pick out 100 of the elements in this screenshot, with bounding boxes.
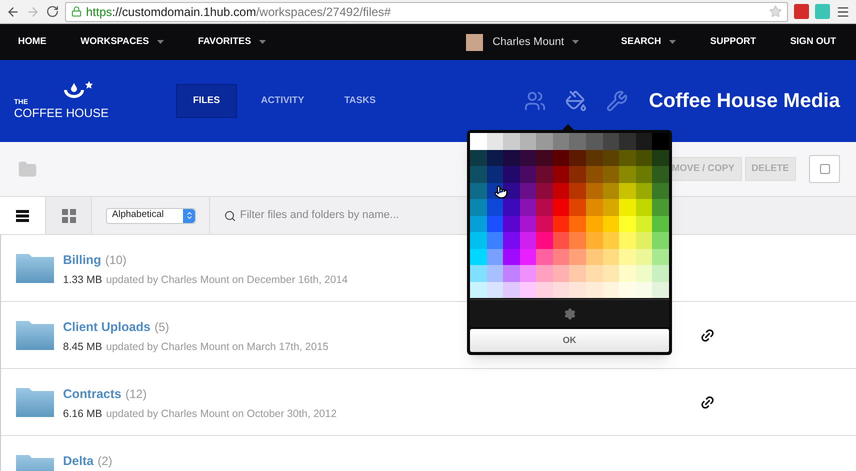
color-swatch[interactable] xyxy=(652,182,669,199)
color-swatch[interactable] xyxy=(536,282,553,298)
search-field[interactable]: Filter files and folders by name... xyxy=(210,197,856,234)
list-view-button[interactable] xyxy=(0,197,46,234)
paint-bucket-icon[interactable] xyxy=(564,90,587,112)
color-swatch[interactable] xyxy=(470,133,487,150)
user-menu[interactable]: Charles Mount xyxy=(492,34,580,50)
folder-name[interactable]: Billing xyxy=(63,251,102,270)
color-swatch[interactable] xyxy=(652,166,669,182)
color-swatch[interactable] xyxy=(619,166,636,182)
color-swatch[interactable] xyxy=(569,216,586,232)
color-swatch[interactable] xyxy=(586,182,603,199)
color-swatch[interactable] xyxy=(652,133,669,150)
color-swatch[interactable] xyxy=(486,133,504,150)
color-swatch[interactable] xyxy=(652,282,669,298)
color-swatch[interactable] xyxy=(552,232,570,248)
nav-link[interactable]: SIGN OUT xyxy=(790,34,836,50)
folder-row[interactable]: Delta (2) xyxy=(1,436,856,471)
color-swatch[interactable] xyxy=(602,265,620,282)
color-swatch[interactable] xyxy=(503,216,520,232)
color-swatch[interactable] xyxy=(503,133,520,150)
color-swatch[interactable] xyxy=(652,150,669,166)
color-swatch[interactable] xyxy=(536,216,553,232)
color-swatch[interactable] xyxy=(602,232,620,248)
color-swatch[interactable] xyxy=(569,199,586,216)
back-icon[interactable] xyxy=(6,4,20,18)
color-swatch[interactable] xyxy=(636,166,652,182)
color-swatch[interactable] xyxy=(586,166,603,182)
nav-tab[interactable]: ACTIVITY xyxy=(244,84,320,118)
color-swatch[interactable] xyxy=(586,282,603,298)
color-swatch[interactable] xyxy=(569,133,586,150)
color-swatch[interactable] xyxy=(619,150,636,166)
color-swatch[interactable] xyxy=(652,199,669,216)
color-swatch[interactable] xyxy=(486,166,504,182)
color-swatch[interactable] xyxy=(619,199,636,216)
color-swatch[interactable] xyxy=(569,248,586,265)
color-swatch[interactable] xyxy=(586,150,603,166)
color-swatch[interactable] xyxy=(652,248,669,265)
color-swatch[interactable] xyxy=(503,265,520,282)
color-swatch[interactable] xyxy=(552,199,570,216)
color-swatch[interactable] xyxy=(569,182,586,199)
color-swatch[interactable] xyxy=(536,232,553,248)
color-swatch[interactable] xyxy=(586,199,603,216)
reload-icon[interactable] xyxy=(46,5,59,18)
users-icon[interactable] xyxy=(524,90,546,112)
color-swatch[interactable] xyxy=(536,150,553,166)
sort-select[interactable]: Alphabetical xyxy=(106,208,196,224)
color-swatch[interactable] xyxy=(503,150,520,166)
settings-icon[interactable] xyxy=(564,308,576,320)
color-swatch[interactable] xyxy=(602,133,620,150)
select-all-checkbox[interactable] xyxy=(809,155,840,183)
color-swatch[interactable] xyxy=(536,199,553,216)
address-bar[interactable]: https://customdomain.1hub.com/workspaces/27492/files# xyxy=(65,2,788,22)
tools-icon[interactable] xyxy=(606,90,628,112)
color-swatch[interactable] xyxy=(486,265,504,282)
color-swatch[interactable] xyxy=(520,166,536,182)
color-swatch[interactable] xyxy=(652,265,669,282)
color-swatch[interactable] xyxy=(520,133,536,150)
color-swatch[interactable] xyxy=(636,133,652,150)
color-swatch[interactable] xyxy=(619,265,636,282)
nav-tab[interactable]: TASKS xyxy=(328,84,392,118)
color-swatch[interactable] xyxy=(586,232,603,248)
color-swatch[interactable] xyxy=(636,199,652,216)
color-swatch[interactable] xyxy=(470,216,487,232)
color-swatch[interactable] xyxy=(486,199,504,216)
color-swatch[interactable] xyxy=(586,133,603,150)
folder-name[interactable]: Contracts xyxy=(63,385,122,404)
color-swatch[interactable] xyxy=(619,133,636,150)
color-swatch[interactable] xyxy=(536,133,553,150)
color-swatch[interactable] xyxy=(470,199,487,216)
color-swatch[interactable] xyxy=(536,248,553,265)
extension-icon[interactable] xyxy=(815,4,830,19)
color-swatch[interactable] xyxy=(586,265,603,282)
color-swatch[interactable] xyxy=(470,248,487,265)
color-swatch[interactable] xyxy=(552,133,570,150)
color-swatch[interactable] xyxy=(552,166,570,182)
color-swatch[interactable] xyxy=(636,265,652,282)
bookmark-icon[interactable] xyxy=(769,5,782,18)
color-swatch[interactable] xyxy=(569,265,586,282)
color-swatch[interactable] xyxy=(619,282,636,298)
color-swatch[interactable] xyxy=(552,265,570,282)
color-swatch[interactable] xyxy=(652,232,669,248)
color-swatch[interactable] xyxy=(619,182,636,199)
color-swatch[interactable] xyxy=(503,166,520,182)
color-swatch[interactable] xyxy=(619,216,636,232)
color-swatch[interactable] xyxy=(503,199,520,216)
color-swatch[interactable] xyxy=(619,232,636,248)
color-swatch[interactable] xyxy=(470,265,487,282)
color-swatch[interactable] xyxy=(536,265,553,282)
color-swatch[interactable] xyxy=(520,199,536,216)
color-swatch[interactable] xyxy=(470,182,487,199)
color-swatch[interactable] xyxy=(569,282,586,298)
color-swatch[interactable] xyxy=(569,150,586,166)
color-swatch[interactable] xyxy=(602,199,620,216)
nav-link[interactable]: FAVORITES xyxy=(198,34,266,50)
ok-button[interactable]: OK xyxy=(470,329,669,352)
folder-row[interactable]: Contracts (12) 6.16 MB updated by Charles Mount on October 30th, 2012 xyxy=(1,369,856,436)
color-swatch[interactable] xyxy=(503,248,520,265)
folder-name[interactable]: Delta xyxy=(63,452,94,471)
color-swatch[interactable] xyxy=(520,232,536,248)
